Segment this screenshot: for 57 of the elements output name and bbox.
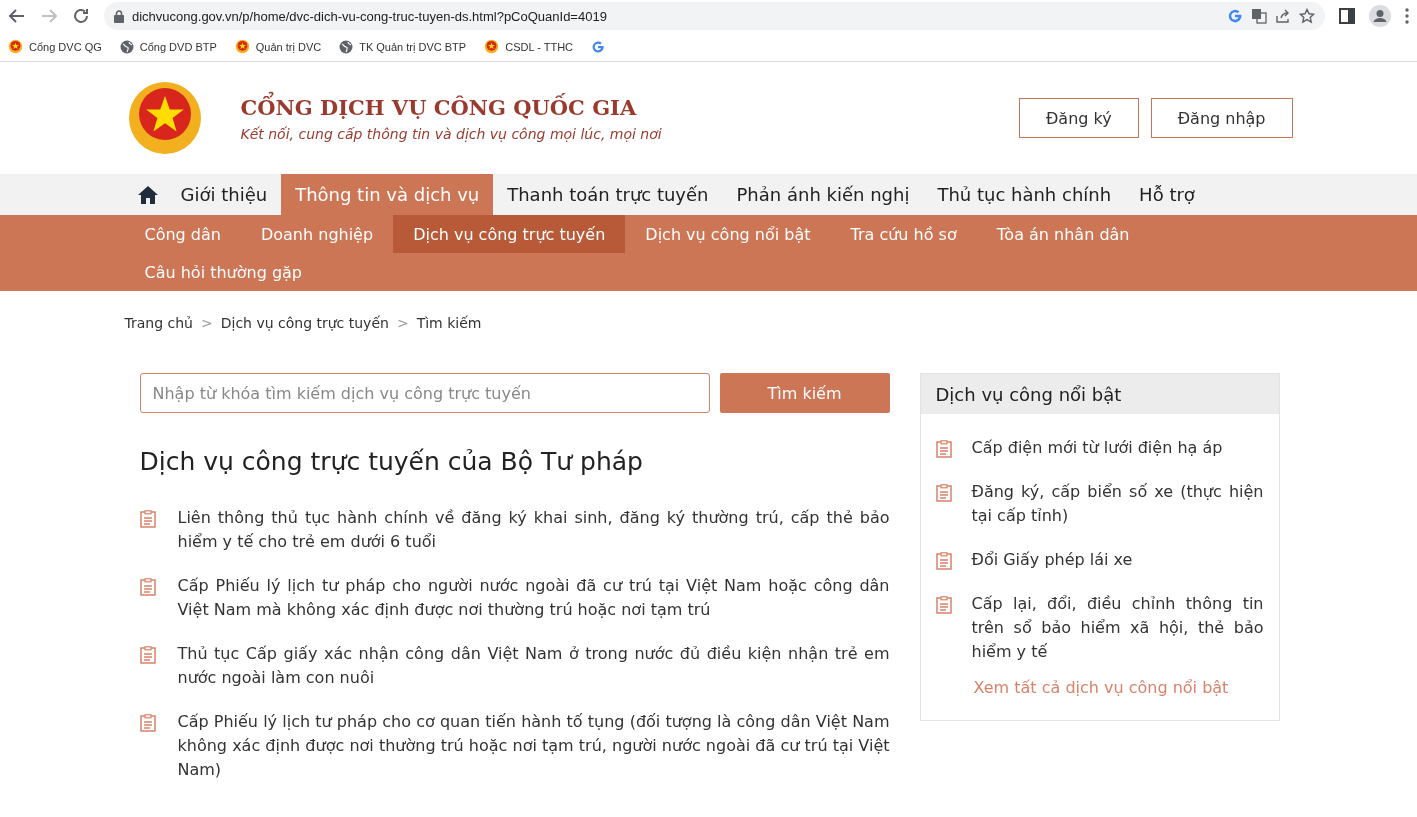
service-link[interactable]: Cấp Phiếu lý lịch tư pháp cho người nước ngoài đã cư trú tại Việt Nam hoặc công dân Việt Nam mà không xác định được nơi thường trú hoặc nơi tạm trú bbox=[177, 574, 890, 622]
breadcrumb-separator: > bbox=[396, 315, 409, 331]
nav-tab[interactable]: Hỗ trợ bbox=[1125, 174, 1209, 215]
site-tagline: Kết nối, cung cấp thông tin và dịch vụ công mọi lúc, mọi nơi bbox=[240, 125, 663, 142]
profile-icon[interactable] bbox=[1369, 5, 1391, 27]
panel-title: Dịch vụ công nổi bật bbox=[935, 383, 1122, 405]
service-link[interactable]: Cấp Phiếu lý lịch tư pháp cho cơ quan tiến hành tố tụng (đối tượng là công dân Việt Nam không xác định được nơi thường trú hoặc nơi tạm trú, người nước ngoài đã cư trú tại Việt Nam) bbox=[177, 710, 890, 782]
bookmark[interactable]: Cổng DVD BTP bbox=[119, 39, 217, 54]
bookmark[interactable]: CSDL - TTHC bbox=[484, 39, 574, 54]
globe-icon bbox=[119, 39, 134, 54]
section-title: Dịch vụ công trực tuyến của Bộ Tư pháp bbox=[139, 447, 644, 476]
emblem-icon bbox=[8, 39, 23, 54]
bookmark[interactable] bbox=[591, 39, 606, 54]
emblem-icon bbox=[234, 39, 250, 54]
bookmark[interactable]: Quản trị DVC bbox=[234, 39, 322, 54]
document-icon bbox=[139, 714, 156, 732]
document-icon bbox=[139, 510, 156, 528]
service-link[interactable]: Thủ tục Cấp giấy xác nhận công dân Việt Nam ở trong nước đủ điều kiện nhận trẻ em nước ngoài làm con nuôi bbox=[177, 642, 890, 690]
lock-icon bbox=[114, 9, 124, 23]
bookmark[interactable]: Cổng DVC QG bbox=[8, 39, 102, 54]
search-field[interactable]: Nhập từ khóa tìm kiếm dịch vụ công trực tuyến bbox=[139, 373, 710, 413]
nav-tab[interactable]: Thanh toán trực tuyến bbox=[493, 174, 723, 215]
document-icon bbox=[139, 646, 156, 664]
nav-tab[interactable]: Thủ tục hành chính bbox=[923, 174, 1126, 215]
google-icon[interactable] bbox=[1227, 8, 1243, 24]
service-link[interactable]: Đăng ký, cấp biển số xe (thực hiện tại cấp tỉnh) bbox=[971, 480, 1264, 528]
nav-tab[interactable]: Giới thiệu bbox=[166, 174, 282, 215]
breadcrumb-link[interactable]: Trang chủ bbox=[124, 315, 193, 331]
bookmark[interactable]: TK Quản trị DVC BTP bbox=[339, 39, 467, 54]
breadcrumb-separator: > bbox=[201, 315, 213, 331]
star-icon[interactable] bbox=[1299, 8, 1315, 24]
document-icon bbox=[935, 440, 952, 458]
service-link[interactable]: Liên thông thủ tục hành chính về đăng ký khai sinh, đăng ký thường trú, cấp thẻ bảo hiểm y tế cho trẻ em dưới 6 tuổi bbox=[177, 506, 890, 554]
auth-button[interactable]: Đăng nhập bbox=[1150, 98, 1293, 138]
document-icon bbox=[935, 552, 952, 570]
share-icon[interactable] bbox=[1275, 8, 1291, 24]
service-link[interactable]: Cấp lại, đổi, điều chỉnh thông tin trên sổ bảo hiểm xã hội, thẻ bảo hiểm y tế bbox=[971, 592, 1264, 664]
emblem-icon bbox=[484, 39, 500, 54]
service-link[interactable]: Cấp điện mới từ lưới điện hạ áp bbox=[971, 436, 1223, 460]
side-panel-icon[interactable] bbox=[1339, 8, 1355, 24]
subnav-item[interactable]: Dịch vụ công trực tuyến bbox=[393, 215, 626, 253]
nav-tab[interactable]: Phản ánh kiến nghị bbox=[722, 174, 924, 215]
globe-icon bbox=[339, 39, 354, 54]
auth-button[interactable]: Đăng ký bbox=[1018, 98, 1139, 138]
back-icon[interactable] bbox=[8, 7, 26, 25]
reload-icon[interactable] bbox=[72, 7, 90, 25]
document-icon bbox=[935, 484, 952, 502]
url-text: dichvucong.gov.vn/p/home/dvc-dich-vu-cong-truc-tuyen-ds.html?pCoQuanId=4019 bbox=[132, 8, 607, 24]
document-icon bbox=[935, 596, 952, 614]
service-link[interactable]: Đổi Giấy phép lái xe bbox=[971, 548, 1133, 572]
translate-icon[interactable] bbox=[1251, 8, 1267, 24]
menu-icon[interactable] bbox=[1405, 8, 1409, 24]
address-bar[interactable]: dichvucong.gov.vn/p/home/dvc-dich-vu-cong-truc-tuyen-ds.html?pCoQuanId=4019 bbox=[104, 2, 1325, 30]
breadcrumb-link[interactable]: Tìm kiếm bbox=[416, 315, 482, 331]
breadcrumb-link[interactable]: Dịch vụ công trực tuyến bbox=[220, 315, 389, 331]
google-icon bbox=[591, 39, 606, 54]
document-icon bbox=[139, 578, 156, 596]
